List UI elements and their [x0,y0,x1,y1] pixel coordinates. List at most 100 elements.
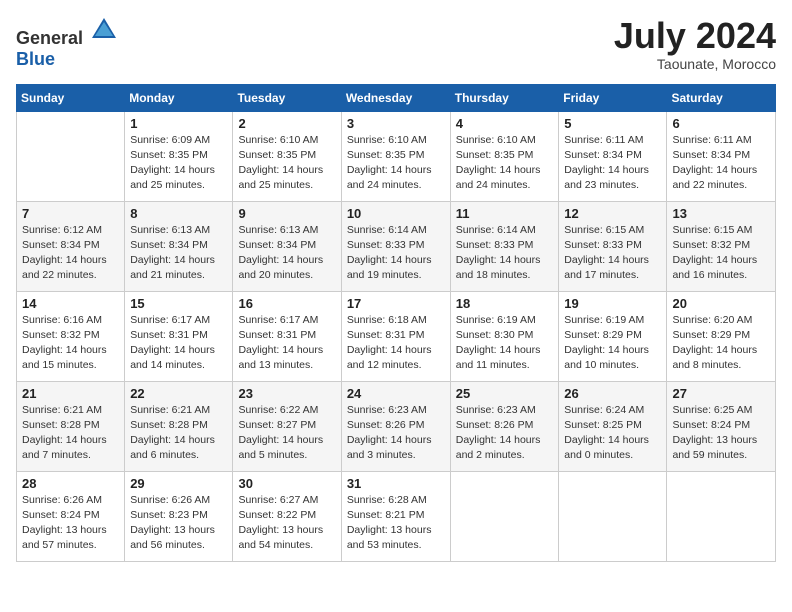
day-detail: Sunrise: 6:12 AM Sunset: 8:34 PM Dayligh… [22,223,119,284]
day-number: 25 [456,386,554,401]
day-detail: Sunrise: 6:21 AM Sunset: 8:28 PM Dayligh… [130,403,227,464]
calendar-cell: 11 Sunrise: 6:14 AM Sunset: 8:33 PM Dayli… [450,201,559,291]
calendar-cell: 1 Sunrise: 6:09 AM Sunset: 8:35 PM Daylig… [125,111,233,201]
day-detail: Sunrise: 6:13 AM Sunset: 8:34 PM Dayligh… [130,223,227,284]
calendar-cell: 18Sunrise: 6:19 AM Sunset: 8:30 PM Dayli… [450,291,559,381]
weekday-header-row: SundayMondayTuesdayWednesdayThursdayFrid… [17,84,776,111]
day-number: 30 [238,476,335,491]
day-detail: Sunrise: 6:16 AM Sunset: 8:32 PM Dayligh… [22,313,119,374]
calendar-cell: 20Sunrise: 6:20 AM Sunset: 8:29 PM Dayli… [667,291,776,381]
calendar-cell: 5Sunrise: 6:11 AM Sunset: 8:34 PM Daylig… [559,111,667,201]
logo-icon [90,16,118,44]
calendar-cell: 16Sunrise: 6:17 AM Sunset: 8:31 PM Dayli… [233,291,341,381]
day-number: 2 [238,116,335,131]
calendar-cell [17,111,125,201]
calendar-cell: 19 Sunrise: 6:19 AM Sunset: 8:29 PM Dayli… [559,291,667,381]
month-year: July 2024 [614,16,776,56]
day-number: 15 [130,296,227,311]
logo: General Blue [16,16,118,70]
page-header: General Blue July 2024 Taounate, Morocco [16,16,776,72]
day-number: 6 [672,116,770,131]
location: Taounate, Morocco [614,56,776,72]
day-detail: Sunrise: 6:25 AM Sunset: 8:24 PM Dayligh… [672,403,770,464]
day-detail: Sunrise: 6:28 AM Sunset: 8:21 PM Dayligh… [347,493,445,554]
calendar-cell [559,471,667,561]
calendar-cell: 13Sunrise: 6:15 AM Sunset: 8:32 PM Dayli… [667,201,776,291]
calendar-week-row: 7 Sunrise: 6:12 AM Sunset: 8:34 PM Daylig… [17,201,776,291]
calendar-table: SundayMondayTuesdayWednesdayThursdayFrid… [16,84,776,562]
weekday-header: Monday [125,84,233,111]
calendar-week-row: 28 Sunrise: 6:26 AM Sunset: 8:24 PM Dayli… [17,471,776,561]
day-detail: Sunrise: 6:22 AM Sunset: 8:27 PM Dayligh… [238,403,335,464]
day-detail: Sunrise: 6:17 AM Sunset: 8:31 PM Dayligh… [130,313,227,374]
day-number: 26 [564,386,661,401]
calendar-cell: 30 Sunrise: 6:27 AM Sunset: 8:22 PM Dayli… [233,471,341,561]
day-detail: Sunrise: 6:23 AM Sunset: 8:26 PM Dayligh… [347,403,445,464]
calendar-cell [450,471,559,561]
day-detail: Sunrise: 6:18 AM Sunset: 8:31 PM Dayligh… [347,313,445,374]
day-detail: Sunrise: 6:26 AM Sunset: 8:24 PM Dayligh… [22,493,119,554]
day-number: 17 [347,296,445,311]
day-number: 8 [130,206,227,221]
weekday-header: Wednesday [341,84,450,111]
day-detail: Sunrise: 6:13 AM Sunset: 8:34 PM Dayligh… [238,223,335,284]
calendar-week-row: 1 Sunrise: 6:09 AM Sunset: 8:35 PM Daylig… [17,111,776,201]
day-detail: Sunrise: 6:14 AM Sunset: 8:33 PM Dayligh… [456,223,554,284]
logo-general: General [16,28,83,48]
weekday-header: Saturday [667,84,776,111]
day-number: 21 [22,386,119,401]
calendar-cell: 3Sunrise: 6:10 AM Sunset: 8:35 PM Daylig… [341,111,450,201]
calendar-cell: 2Sunrise: 6:10 AM Sunset: 8:35 PM Daylig… [233,111,341,201]
day-number: 27 [672,386,770,401]
calendar-cell: 27 Sunrise: 6:25 AM Sunset: 8:24 PM Dayli… [667,381,776,471]
calendar-cell: 15 Sunrise: 6:17 AM Sunset: 8:31 PM Dayli… [125,291,233,381]
calendar-week-row: 14 Sunrise: 6:16 AM Sunset: 8:32 PM Dayli… [17,291,776,381]
calendar-cell: 7 Sunrise: 6:12 AM Sunset: 8:34 PM Daylig… [17,201,125,291]
day-number: 5 [564,116,661,131]
day-number: 11 [456,206,554,221]
calendar-cell: 25Sunrise: 6:23 AM Sunset: 8:26 PM Dayli… [450,381,559,471]
calendar-cell: 24 Sunrise: 6:23 AM Sunset: 8:26 PM Dayli… [341,381,450,471]
day-number: 24 [347,386,445,401]
day-number: 1 [130,116,227,131]
day-number: 29 [130,476,227,491]
day-detail: Sunrise: 6:11 AM Sunset: 8:34 PM Dayligh… [672,133,770,194]
day-number: 18 [456,296,554,311]
calendar-cell: 14 Sunrise: 6:16 AM Sunset: 8:32 PM Dayli… [17,291,125,381]
title-block: July 2024 Taounate, Morocco [614,16,776,72]
day-detail: Sunrise: 6:24 AM Sunset: 8:25 PM Dayligh… [564,403,661,464]
day-detail: Sunrise: 6:14 AM Sunset: 8:33 PM Dayligh… [347,223,445,284]
day-number: 14 [22,296,119,311]
calendar-cell: 29 Sunrise: 6:26 AM Sunset: 8:23 PM Dayli… [125,471,233,561]
day-detail: Sunrise: 6:27 AM Sunset: 8:22 PM Dayligh… [238,493,335,554]
day-number: 7 [22,206,119,221]
calendar-cell: 8 Sunrise: 6:13 AM Sunset: 8:34 PM Daylig… [125,201,233,291]
calendar-cell: 17 Sunrise: 6:18 AM Sunset: 8:31 PM Dayli… [341,291,450,381]
day-number: 19 [564,296,661,311]
day-detail: Sunrise: 6:20 AM Sunset: 8:29 PM Dayligh… [672,313,770,374]
day-number: 10 [347,206,445,221]
calendar-cell: 9Sunrise: 6:13 AM Sunset: 8:34 PM Daylig… [233,201,341,291]
day-detail: Sunrise: 6:26 AM Sunset: 8:23 PM Dayligh… [130,493,227,554]
calendar-cell: 12 Sunrise: 6:15 AM Sunset: 8:33 PM Dayli… [559,201,667,291]
calendar-cell: 22Sunrise: 6:21 AM Sunset: 8:28 PM Dayli… [125,381,233,471]
day-detail: Sunrise: 6:09 AM Sunset: 8:35 PM Dayligh… [130,133,227,194]
logo-blue: Blue [16,49,55,69]
calendar-cell: 4Sunrise: 6:10 AM Sunset: 8:35 PM Daylig… [450,111,559,201]
day-number: 28 [22,476,119,491]
day-number: 16 [238,296,335,311]
weekday-header: Sunday [17,84,125,111]
day-detail: Sunrise: 6:21 AM Sunset: 8:28 PM Dayligh… [22,403,119,464]
day-detail: Sunrise: 6:19 AM Sunset: 8:29 PM Dayligh… [564,313,661,374]
day-number: 31 [347,476,445,491]
calendar-cell: 31 Sunrise: 6:28 AM Sunset: 8:21 PM Dayli… [341,471,450,561]
logo-text: General Blue [16,16,118,70]
day-number: 23 [238,386,335,401]
calendar-cell [667,471,776,561]
day-detail: Sunrise: 6:10 AM Sunset: 8:35 PM Dayligh… [347,133,445,194]
calendar-cell: 10 Sunrise: 6:14 AM Sunset: 8:33 PM Dayli… [341,201,450,291]
calendar-cell: 23 Sunrise: 6:22 AM Sunset: 8:27 PM Dayli… [233,381,341,471]
calendar-cell: 28 Sunrise: 6:26 AM Sunset: 8:24 PM Dayli… [17,471,125,561]
day-detail: Sunrise: 6:15 AM Sunset: 8:33 PM Dayligh… [564,223,661,284]
day-number: 12 [564,206,661,221]
